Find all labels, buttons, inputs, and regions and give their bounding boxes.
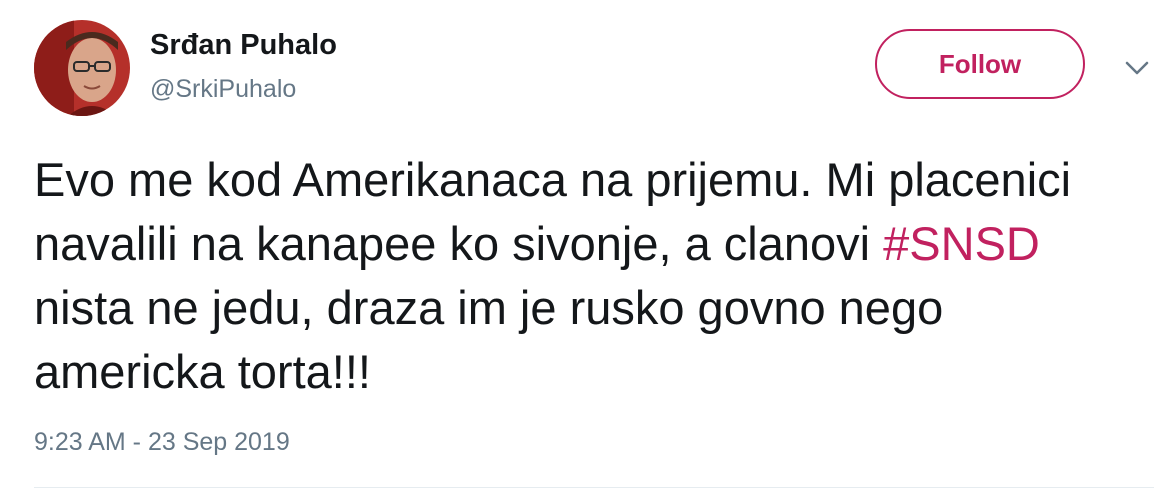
user-handle[interactable]: @SrkiPuhalo xyxy=(150,75,296,104)
follow-button[interactable]: Follow xyxy=(875,29,1085,99)
tweet-text: Evo me kod Amerikanaca na prijemu. Mi pl… xyxy=(34,148,1134,404)
avatar-image xyxy=(34,20,130,116)
chevron-down-icon xyxy=(1125,61,1149,75)
tweet-text-part: nista ne jedu, draza im je rusko govno n… xyxy=(34,281,944,398)
avatar[interactable] xyxy=(34,20,130,116)
hashtag-link[interactable]: #SNSD xyxy=(883,217,1040,270)
display-name[interactable]: Srđan Puhalo xyxy=(150,29,337,62)
more-options-button[interactable] xyxy=(1122,57,1152,79)
tweet-timestamp[interactable]: 9:23 AM - 23 Sep 2019 xyxy=(34,428,290,457)
